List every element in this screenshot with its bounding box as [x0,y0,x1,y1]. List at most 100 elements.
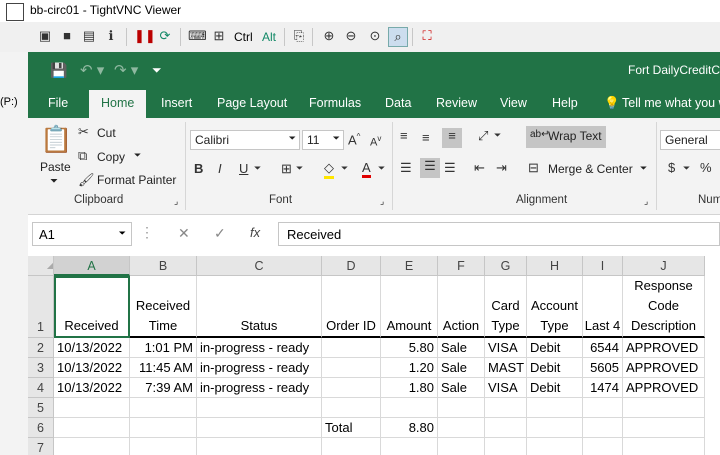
top-align-icon[interactable]: ≡ [400,128,408,143]
cell-a7[interactable] [54,438,130,455]
cell-b5[interactable] [130,398,197,418]
cell-e5[interactable] [381,398,438,418]
decrease-font-size-icon[interactable]: Av [370,134,381,149]
cell-f2[interactable]: Sale [438,338,485,358]
merge-center-button[interactable]: Merge & Center [548,162,633,176]
header-cell-i[interactable]: Last 4 [583,276,623,338]
cell-j5[interactable] [623,398,705,418]
cell-i3[interactable]: 5605 [583,358,623,378]
align-right-icon[interactable]: ☰ [444,160,456,176]
enter-icon[interactable]: ✓ [214,225,226,242]
cell-e6[interactable]: 8.80 [381,418,438,438]
cell-b6[interactable] [130,418,197,438]
column-header-a[interactable]: A [54,256,130,276]
merge-center-dropdown-icon[interactable]: ⏷ [640,163,647,174]
cell-g4[interactable]: VISA [485,378,527,398]
cell-g3[interactable]: MAST [485,358,527,378]
select-all-corner[interactable]: ◢ [28,256,54,276]
cell-j3[interactable]: APPROVED [623,358,705,378]
cell-i5[interactable] [583,398,623,418]
orientation-icon[interactable]: ⤢ [478,128,488,144]
cell-i7[interactable] [583,438,623,455]
cell-b2[interactable]: 1:01 PM [130,338,197,358]
increase-font-size-icon[interactable]: A^ [348,132,360,147]
cell-f6[interactable] [438,418,485,438]
copy-dropdown-icon[interactable]: ⏷ [134,150,141,161]
align-left-icon[interactable]: ☰ [400,160,412,176]
row-header-1[interactable]: 1 [28,276,54,338]
cell-i4[interactable]: 1474 [583,378,623,398]
cell-j2[interactable]: APPROVED [623,338,705,358]
cell-b3[interactable]: 11:45 AM [130,358,197,378]
formula-input[interactable]: Received [278,222,720,246]
cell-e2[interactable]: 5.80 [381,338,438,358]
win-key-icon[interactable]: ⊞ [210,27,228,45]
cell-c2[interactable]: in-progress - ready [197,338,322,358]
cell-a6[interactable] [54,418,130,438]
fill-color-icon[interactable]: ◇ [324,160,334,179]
header-cell-e[interactable]: Amount [381,276,438,338]
bold-icon[interactable]: B [194,161,203,176]
cell-e4[interactable]: 1.80 [381,378,438,398]
cell-h3[interactable]: Debit [527,358,583,378]
cell-i2[interactable]: 6544 [583,338,623,358]
bottom-align-icon[interactable]: ≡ [442,128,462,148]
save-icon[interactable]: ■ [58,27,76,45]
clipboard-transfer-icon[interactable]: ⎘ [290,27,308,45]
tab-file[interactable]: File [48,96,68,110]
cell-c3[interactable]: in-progress - ready [197,358,322,378]
header-cell-b[interactable]: Received Time [130,276,197,338]
cell-f3[interactable]: Sale [438,358,485,378]
cell-g6[interactable] [485,418,527,438]
undo-icon[interactable]: ↶ ▾ [80,61,104,79]
column-header-d[interactable]: D [322,256,381,276]
header-cell-a[interactable]: Received [54,276,130,338]
borders-dropdown-icon[interactable]: ⏷ [296,163,303,174]
cell-d4[interactable] [322,378,381,398]
customize-quick-access-icon[interactable]: ⏷ [152,63,162,78]
fill-color-dropdown-icon[interactable]: ⏷ [341,163,348,174]
italic-icon[interactable]: I [218,161,222,176]
cell-b7[interactable] [130,438,197,455]
header-cell-g[interactable]: Card Type [485,276,527,338]
cell-f7[interactable] [438,438,485,455]
tab-home[interactable]: Home [89,90,147,118]
header-cell-j[interactable]: Response Code Description [623,276,705,338]
fullscreen-icon[interactable]: ⛶ [418,27,436,45]
middle-align-icon[interactable]: ≡ [422,130,430,145]
underline-dropdown-icon[interactable]: ⏷ [254,163,261,174]
row-header-4[interactable]: 4 [28,378,54,398]
header-cell-h[interactable]: Account Type [527,276,583,338]
cell-d2[interactable] [322,338,381,358]
cell-a5[interactable] [54,398,130,418]
column-header-g[interactable]: G [485,256,527,276]
font-name-select[interactable]: Calibri ⏷ [190,130,300,150]
ctrl-key-button[interactable]: Ctrl [234,30,253,44]
header-cell-d[interactable]: Order ID [322,276,381,338]
zoom-out-icon[interactable]: ⊖ [342,27,360,45]
row-header-6[interactable]: 6 [28,418,54,438]
tab-insert[interactable]: Insert [161,96,192,110]
alt-key-button[interactable]: Alt [262,30,276,44]
cell-j6[interactable] [623,418,705,438]
cell-c6[interactable] [197,418,322,438]
format-painter-button[interactable]: Format Painter [97,173,176,187]
font-color-dropdown-icon[interactable]: ⏷ [378,163,385,174]
borders-icon[interactable]: ⊞ [281,161,292,177]
cell-a3[interactable]: 10/13/2022 [54,358,130,378]
font-size-select[interactable]: 11 ⏷ [302,130,344,150]
cell-c4[interactable]: in-progress - ready [197,378,322,398]
cell-h6[interactable] [527,418,583,438]
cell-f4[interactable]: Sale [438,378,485,398]
header-cell-f[interactable]: Action [438,276,485,338]
cell-e3[interactable]: 1.20 [381,358,438,378]
align-center-icon[interactable]: ☰ [420,158,440,178]
percent-icon[interactable]: % [700,160,712,175]
zoom-fit-icon[interactable]: ⌕ [388,27,408,47]
orientation-dropdown-icon[interactable]: ⏷ [494,130,501,141]
cell-g2[interactable]: VISA [485,338,527,358]
currency-dropdown-icon[interactable]: ⏷ [683,163,690,174]
cancel-icon[interactable]: ✕ [178,225,190,242]
paste-dropdown-icon[interactable]: ⏷ [50,176,58,187]
column-header-e[interactable]: E [381,256,438,276]
